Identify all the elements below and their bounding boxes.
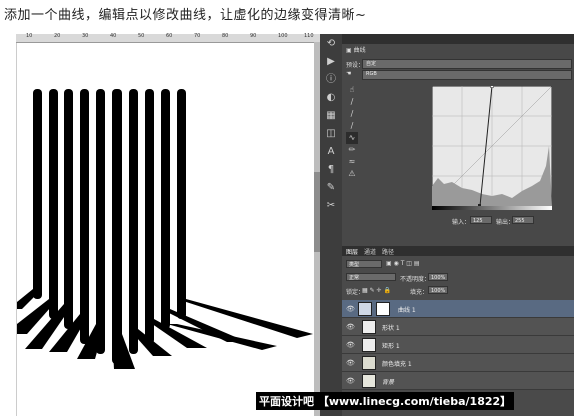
fill-field[interactable]: 100%	[428, 286, 448, 294]
kind-filter-select[interactable]: 类型	[346, 260, 382, 268]
layer-thumbnail	[362, 356, 376, 370]
layer-name: 背景	[382, 379, 395, 386]
warning-icon: ⚠	[348, 169, 356, 178]
layer-row[interactable]: 👁 颜色填充 1	[342, 354, 574, 372]
opacity-field[interactable]: 100%	[428, 273, 448, 281]
on-image-adjust-icon[interactable]: ☝	[346, 84, 358, 96]
tab-channels[interactable]: 通道	[364, 247, 376, 256]
panel-title-text: 曲线	[353, 47, 366, 54]
adjust-icon[interactable]: ◐	[325, 92, 337, 104]
layer-thumbnail	[362, 338, 376, 352]
preset-select[interactable]: 自定	[362, 59, 572, 69]
horizontal-ruler: 10 20 30 40 50 60 70 80 90 100 110	[16, 33, 320, 43]
channel-value: RGB	[366, 71, 377, 77]
channel-select[interactable]: RGB	[362, 70, 572, 80]
info-icon[interactable]: ⓘ	[325, 74, 337, 86]
ruler-tick: 110	[304, 33, 314, 39]
layers-tabbar: 图层 通道 路径	[342, 246, 574, 256]
mask-thumbnail	[376, 302, 390, 316]
opacity-label: 不透明度：	[400, 276, 431, 283]
layer-thumbnail	[362, 374, 376, 388]
pencil-icon[interactable]: ✏	[346, 144, 358, 156]
artwork	[17, 89, 313, 369]
curve-tools: ☝ ∕ ∕ ∕ ∿ ✏ ≈ ⚠	[346, 84, 358, 178]
document-canvas[interactable]	[16, 34, 321, 416]
ruler-tick: 20	[54, 33, 61, 39]
visibility-eye-icon[interactable]: 👁	[346, 305, 355, 313]
visibility-eye-icon[interactable]: 👁	[346, 323, 355, 331]
ruler-tick: 30	[82, 33, 89, 39]
ruler-tick: 70	[194, 33, 201, 39]
input-field[interactable]: 125	[470, 216, 492, 224]
ruler-tick: 100	[278, 33, 288, 39]
eyedropper-white-icon[interactable]: ∕	[346, 120, 358, 132]
gradient-bar	[432, 206, 552, 210]
styles-icon[interactable]: ◫	[325, 128, 337, 140]
layer-name: 颜色填充 1	[382, 361, 412, 368]
layer-row[interactable]: 👁 形状 1	[342, 318, 574, 336]
lock-icons[interactable]: ▦ ✎ ✛ 🔒	[362, 287, 391, 294]
ruler-tick: 60	[166, 33, 173, 39]
history-icon[interactable]: ⟲	[325, 38, 337, 50]
tab-layers[interactable]: 图层	[346, 247, 358, 256]
layer-row[interactable]: 👁 背景	[342, 372, 574, 390]
panel-icon-strip: ⟲ ▶ ⓘ ◐ ▦ ◫ A ¶ ✎ ✂	[320, 34, 343, 416]
tab-paths[interactable]: 路径	[382, 247, 394, 256]
fill-value: 100%	[431, 288, 446, 294]
channel-hand-icon[interactable]: ☚	[346, 70, 351, 77]
opacity-value: 100%	[431, 275, 446, 281]
watermark: 平面设计吧 【www.linecg.com/tieba/1822】	[256, 392, 515, 410]
layer-row[interactable]: 👁 矩形 1	[342, 336, 574, 354]
curve-edit-icon[interactable]: ∿	[346, 132, 358, 144]
layer-name: 曲线 1	[398, 307, 416, 314]
curve-graph[interactable]	[432, 86, 552, 206]
blend-mode-value: 正常	[349, 275, 360, 281]
eyedropper-gray-icon[interactable]: ∕	[346, 108, 358, 120]
swatches-icon[interactable]: ▦	[325, 110, 337, 122]
input-label: 输入：	[452, 219, 471, 226]
kind-label: 类型	[349, 262, 360, 268]
output-field[interactable]: 255	[512, 216, 534, 224]
eyedropper-black-icon[interactable]: ∕	[346, 96, 358, 108]
visibility-eye-icon[interactable]: 👁	[346, 359, 355, 367]
curves-adjust-icon: ▣	[346, 47, 352, 54]
caption: 添加一个曲线，编辑点以修改曲线，让虚化的边缘变得清晰~	[4, 8, 367, 23]
layer-thumbnail	[362, 320, 376, 334]
paragraph-icon[interactable]: ¶	[325, 164, 337, 176]
visibility-eye-icon[interactable]: 👁	[346, 341, 355, 349]
actions-icon[interactable]: ▶	[325, 56, 337, 68]
layer-name: 矩形 1	[382, 343, 400, 350]
brush-icon[interactable]: ✎	[325, 182, 337, 194]
fill-label: 填充：	[410, 289, 429, 296]
filter-icons[interactable]: ▣ ◉ T ◫ ▤	[386, 260, 420, 267]
smooth-icon[interactable]: ≈	[346, 156, 358, 168]
ruler-tick: 90	[250, 33, 257, 39]
tools-icon[interactable]: ✂	[325, 200, 337, 212]
visibility-eye-icon[interactable]: 👁	[346, 377, 355, 385]
ruler-tick: 10	[26, 33, 33, 39]
preset-value: 自定	[366, 61, 377, 67]
adjustment-thumbnail	[358, 302, 372, 316]
layer-name: 形状 1	[382, 325, 400, 332]
ruler-tick: 80	[222, 33, 229, 39]
ruler-tick: 40	[110, 33, 117, 39]
layer-row[interactable]: 👁 曲线 1	[342, 300, 574, 318]
properties-tabbar	[342, 34, 574, 44]
character-icon[interactable]: A	[325, 146, 337, 158]
blend-mode-select[interactable]: 正常	[346, 273, 396, 281]
properties-title: ▣ 曲线	[346, 45, 366, 54]
ruler-tick: 50	[138, 33, 145, 39]
